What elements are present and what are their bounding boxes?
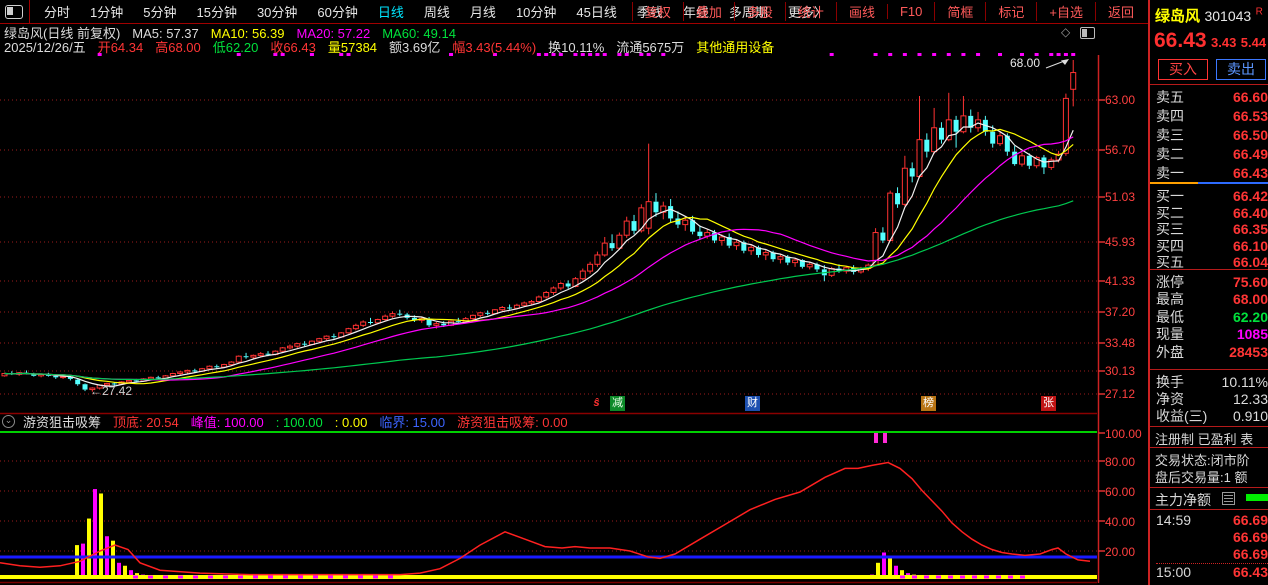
- header-segment: 高68.00: [155, 40, 201, 55]
- indicator-header: ⌄ 游资狙击吸筹顶底: 20.54 峰值: 100.00 : 100.00 : 0.00…: [2, 414, 580, 428]
- tick-row[interactable]: 66.69: [1156, 546, 1268, 562]
- header-segment: 量57384: [328, 40, 377, 55]
- indicator-axis-label: 20.00: [1105, 545, 1147, 559]
- header-segment: 临界: 15.00: [379, 415, 445, 430]
- price-change: 3.43: [1211, 35, 1236, 50]
- tool-F10[interactable]: F10: [887, 4, 934, 19]
- tick-row[interactable]: 15:0066.43: [1156, 563, 1268, 580]
- tool-复权[interactable]: 复权: [632, 2, 683, 21]
- header-segment: 流通5675万: [616, 40, 684, 55]
- header-segment: : 100.00: [276, 415, 323, 430]
- header-segment: 其他通用设备: [696, 40, 774, 55]
- buy-button[interactable]: 买入: [1158, 59, 1208, 80]
- peak-price-label: 68.00: [1010, 56, 1040, 70]
- menu-item-10分钟[interactable]: 10分钟: [506, 5, 566, 20]
- after-hours-volume: 盘后交易量:1 额: [1155, 467, 1247, 486]
- tool-简框[interactable]: 简框: [934, 2, 985, 21]
- detail-list-icon[interactable]: [1222, 492, 1235, 505]
- header-segment: 幅3.43(5.44%): [452, 40, 536, 55]
- header-segment: 换10.11%: [548, 40, 604, 55]
- price-axis-label: 45.93: [1105, 235, 1147, 249]
- menu-item-45日线[interactable]: 45日线: [566, 5, 626, 20]
- menu-item-月线[interactable]: 月线: [460, 5, 506, 20]
- event-marker-news[interactable]: 减: [610, 396, 625, 411]
- price-axis-label: 56.70: [1105, 143, 1147, 157]
- price-axis-label: 37.20: [1105, 305, 1147, 319]
- chart-canvas[interactable]: [0, 0, 1268, 585]
- ask-row[interactable]: 卖四66.53: [1156, 106, 1268, 126]
- price-change-pct: 5.44: [1241, 35, 1266, 50]
- header-segment: 游资狙击吸筹: [23, 415, 101, 430]
- menu-item-日线[interactable]: 日线: [368, 5, 414, 20]
- collapse-icon[interactable]: ⌄: [2, 415, 15, 428]
- menu-item-60分钟[interactable]: 60分钟: [307, 5, 367, 20]
- layout-toggle-icon[interactable]: [5, 5, 23, 19]
- header-segment: 游资狙击吸筹: 0.00: [457, 415, 568, 430]
- ask-row[interactable]: 卖五66.60: [1156, 87, 1268, 107]
- stock-name: 绿岛风: [1155, 8, 1200, 25]
- menu-item-5分钟[interactable]: 5分钟: [133, 5, 186, 20]
- menu-divider: [29, 0, 30, 23]
- tool-标记[interactable]: 标记: [985, 2, 1036, 21]
- price-axis-label: 41.33: [1105, 274, 1147, 288]
- date-ohlc-row: 2025/12/26/五开64.34 高68.00 低62.20 收66.43 量573…: [4, 39, 786, 53]
- indicator-axis-label: 100.00: [1105, 427, 1147, 441]
- tool-画线[interactable]: 画线: [836, 2, 887, 21]
- event-marker-news[interactable]: 张: [1041, 396, 1056, 411]
- event-marker-news[interactable]: 榜: [921, 396, 936, 411]
- stat-row: 外盘28453: [1156, 342, 1268, 362]
- header-segment: 开64.34: [98, 40, 144, 55]
- menu-item-1分钟[interactable]: 1分钟: [80, 5, 133, 20]
- price-row: 66.43 3.43 5.44: [1154, 29, 1266, 53]
- price-axis-label: 33.48: [1105, 336, 1147, 350]
- price-axis-label: 51.03: [1105, 190, 1147, 204]
- menu-item-周线[interactable]: 周线: [414, 5, 460, 20]
- tool-+自选[interactable]: +自选: [1036, 2, 1095, 21]
- order-ratio-bar-sell: [1198, 182, 1268, 184]
- indicator-axis-label: 60.00: [1105, 485, 1147, 499]
- diamond-tool-icon[interactable]: ◇: [1061, 25, 1070, 39]
- main-force-bar: [1246, 494, 1268, 501]
- header-segment: 2025/12/26/五: [4, 40, 86, 55]
- header-segment: : 0.00: [335, 415, 368, 430]
- tick-row[interactable]: 66.69: [1156, 529, 1268, 545]
- price-axis-label: 27.12: [1105, 387, 1147, 401]
- low-price-label: ←27.42: [90, 384, 132, 398]
- header-segment: 顶底: 20.54: [113, 415, 179, 430]
- panel-view-icon[interactable]: [1080, 27, 1095, 39]
- tool-多股[interactable]: 多股: [734, 2, 785, 21]
- menu-item-分时[interactable]: 分时: [34, 5, 80, 20]
- menu-item-30分钟[interactable]: 30分钟: [247, 5, 307, 20]
- top-menu-bar: 分时1分钟5分钟15分钟30分钟60分钟日线周线月线10分钟45日线季线年线多周…: [0, 0, 1148, 24]
- tool-统计[interactable]: 统计: [785, 2, 836, 21]
- event-marker-news[interactable]: 财: [745, 396, 760, 411]
- margin-flag: R: [1256, 7, 1263, 18]
- order-ratio-bar-buy: [1150, 182, 1198, 184]
- event-marker-sell-signal[interactable]: ŝ: [589, 396, 604, 411]
- menu-item-15分钟[interactable]: 15分钟: [186, 5, 246, 20]
- header-segment: 峰值: 100.00: [191, 415, 264, 430]
- main-force-label: 主力净额: [1155, 490, 1211, 510]
- last-price: 66.43: [1154, 29, 1207, 52]
- ask-row[interactable]: 卖二66.49: [1156, 144, 1268, 164]
- toolbar-right: 复权叠加多股统计画线F10简框标记+自选返回: [632, 0, 1146, 23]
- indicator-axis-label: 40.00: [1105, 515, 1147, 529]
- header-segment: 收66.43: [270, 40, 316, 55]
- ask-row[interactable]: 卖三66.50: [1156, 125, 1268, 145]
- price-axis-label: 30.13: [1105, 364, 1147, 378]
- stat-row: 收益(三)0.910: [1156, 406, 1268, 426]
- header-segment: 额3.69亿: [389, 40, 440, 55]
- registration-status: 注册制 已盈利 表: [1155, 429, 1253, 448]
- quote-panel: 绿岛风 301043 R 66.43 3.43 5.44 买入卖出 卖五66.60…: [1148, 0, 1268, 585]
- sell-button[interactable]: 卖出: [1216, 59, 1266, 80]
- price-axis-label: 63.00: [1105, 93, 1147, 107]
- tick-row[interactable]: 14:5966.69: [1156, 512, 1268, 528]
- tool-叠加[interactable]: 叠加: [683, 2, 734, 21]
- stock-name-row: 绿岛风 301043 R: [1155, 5, 1263, 26]
- tool-返回[interactable]: 返回: [1095, 2, 1146, 21]
- header-segment: 低62.20: [213, 40, 259, 55]
- ask-row[interactable]: 卖一66.43: [1156, 163, 1268, 183]
- stock-code: 301043: [1204, 8, 1251, 24]
- indicator-axis-label: 80.00: [1105, 455, 1147, 469]
